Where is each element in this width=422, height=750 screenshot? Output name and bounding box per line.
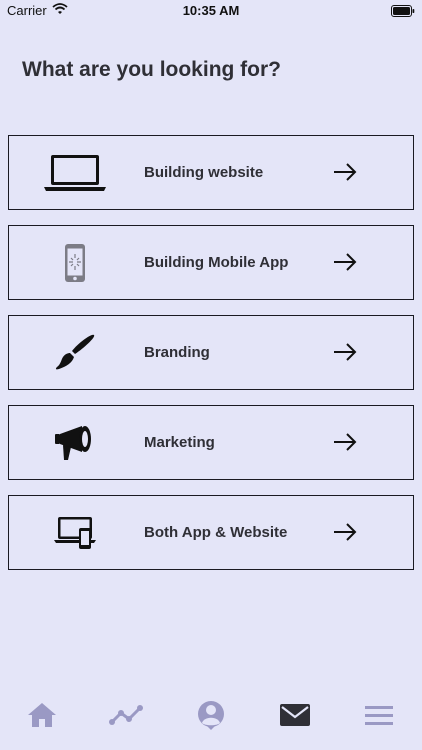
option-both-app-website[interactable]: Both App & Website xyxy=(8,495,414,570)
tab-activity[interactable] xyxy=(109,702,143,732)
arrow-right-icon xyxy=(333,522,357,542)
option-branding[interactable]: Branding xyxy=(8,315,414,390)
home-icon xyxy=(27,702,57,733)
status-bar: Carrier 10:35 AM xyxy=(0,0,422,22)
arrow-right-icon xyxy=(333,162,357,182)
menu-icon xyxy=(364,704,394,731)
clock: 10:35 AM xyxy=(182,3,240,18)
activity-chart-icon xyxy=(109,704,143,731)
option-marketing[interactable]: Marketing xyxy=(8,405,414,480)
option-building-website[interactable]: Building website xyxy=(8,135,414,210)
tab-profile[interactable] xyxy=(194,700,228,735)
option-label: Branding xyxy=(144,343,210,361)
option-label: Both App & Website xyxy=(144,523,288,541)
mobile-phone-icon xyxy=(43,238,107,288)
mail-icon xyxy=(279,703,311,732)
option-label: Building Mobile App xyxy=(144,253,289,271)
page-title: What are you looking for? xyxy=(22,58,282,81)
tab-messages[interactable] xyxy=(278,702,312,732)
arrow-right-icon xyxy=(333,252,357,272)
option-building-mobile-app[interactable]: Building Mobile App xyxy=(8,225,414,300)
battery-icon xyxy=(391,5,415,20)
option-label: Marketing xyxy=(144,433,215,451)
option-label: Building website xyxy=(144,163,264,181)
tab-home[interactable] xyxy=(25,702,59,732)
profile-icon xyxy=(196,700,226,735)
laptop-icon xyxy=(43,148,107,198)
paintbrush-icon xyxy=(43,328,107,378)
options-list: Building website Building Mobile App Bra… xyxy=(8,135,414,585)
tab-menu[interactable] xyxy=(362,702,396,732)
tab-bar xyxy=(0,694,422,750)
arrow-right-icon xyxy=(333,342,357,362)
megaphone-icon xyxy=(43,418,107,468)
devices-icon xyxy=(43,508,107,558)
arrow-right-icon xyxy=(333,432,357,452)
